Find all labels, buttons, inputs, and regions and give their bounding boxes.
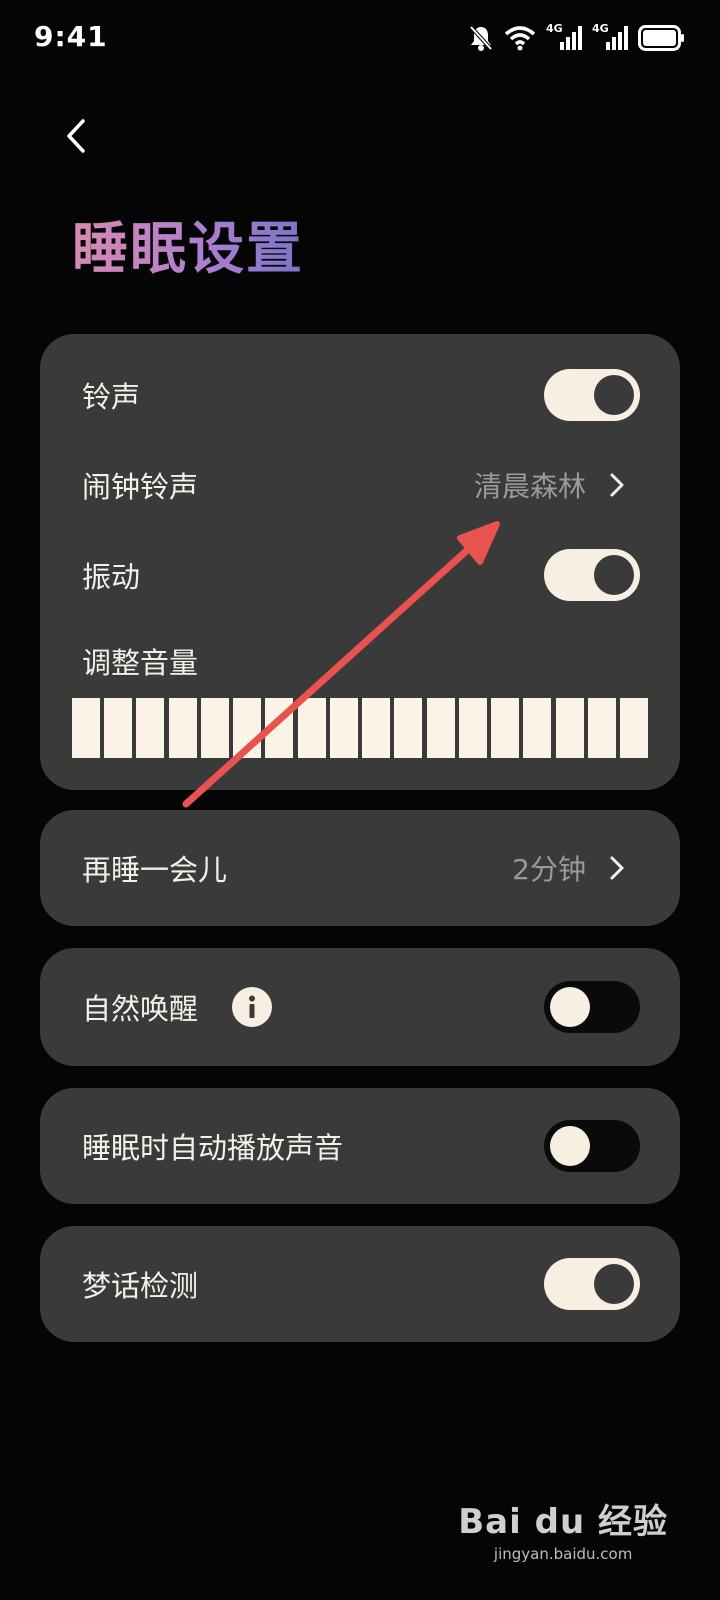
back-arrow-icon: [67, 119, 85, 153]
toggle-knob: [594, 375, 634, 415]
volume-segment: [394, 698, 423, 758]
toggle-knob: [594, 1264, 634, 1304]
sleep-talk-detection-card: 梦话检测: [40, 1226, 680, 1342]
sleep-settings-screen: 9:41 4G 4G 睡眠设置 铃声 闹钟铃声 清晨森林 振动 调整音量 再睡一…: [0, 0, 720, 1600]
baidu-watermark: Bai du 经验 jingyan.baidu.com: [458, 1494, 668, 1563]
toggle-knob: [594, 555, 634, 595]
bell-muted-icon: [468, 24, 494, 52]
ringtone-row: 铃声: [40, 360, 680, 430]
volume-segment: [168, 698, 197, 758]
wifi-icon: [504, 25, 536, 51]
battery-icon: [638, 25, 686, 51]
auto-play-sound-card: 睡眠时自动播放声音: [40, 1088, 680, 1204]
volume-segment: [426, 698, 455, 758]
alarm-ringtone-value: 清晨森林: [473, 470, 586, 503]
volume-segment: [523, 698, 552, 758]
volume-segment: [619, 698, 648, 758]
natural-wake-toggle[interactable]: [544, 981, 640, 1033]
snooze-value: 2分钟: [512, 853, 586, 886]
volume-segment: [458, 698, 487, 758]
status-icons: 4G 4G: [468, 22, 686, 52]
info-icon[interactable]: [232, 987, 272, 1027]
ringtone-toggle[interactable]: [544, 369, 640, 421]
cell-signal-icon-2: 4G: [592, 22, 628, 52]
snooze-row: 再睡一会儿 2分钟: [40, 833, 680, 903]
snooze-card[interactable]: 再睡一会儿 2分钟: [40, 810, 680, 926]
volume-segment: [136, 698, 165, 758]
alarm-ringtone-row[interactable]: 闹钟铃声 清晨森林: [40, 450, 680, 520]
snooze-label: 再睡一会儿: [82, 853, 228, 887]
sleep-talk-detection-row: 梦话检测: [40, 1249, 680, 1319]
volume-segment: [555, 698, 584, 758]
volume-segment: [265, 698, 294, 758]
auto-play-sound-label: 睡眠时自动播放声音: [82, 1131, 344, 1165]
status-time: 9:41: [34, 20, 108, 53]
vibration-label: 振动: [82, 560, 141, 594]
auto-play-sound-row: 睡眠时自动播放声音: [40, 1111, 680, 1181]
back-button[interactable]: [56, 112, 96, 160]
sleep-talk-detection-toggle[interactable]: [544, 1258, 640, 1310]
auto-play-sound-toggle[interactable]: [544, 1120, 640, 1172]
volume-segment: [233, 698, 262, 758]
alarm-ringtone-label: 闹钟铃声: [82, 470, 199, 504]
volume-segment: [329, 698, 358, 758]
vibration-row: 振动: [40, 540, 680, 610]
volume-label-row: 调整音量: [40, 626, 680, 696]
volume-segment: [362, 698, 391, 758]
watermark-logo: Bai du 经验: [458, 1502, 668, 1542]
chevron-right-icon: [606, 853, 628, 883]
volume-segment: [491, 698, 520, 758]
volume-slider[interactable]: [72, 698, 648, 758]
volume-segment: [104, 698, 133, 758]
volume-segment: [297, 698, 326, 758]
natural-wake-row: 自然唤醒: [40, 972, 680, 1042]
natural-wake-card: 自然唤醒: [40, 948, 680, 1066]
toggle-knob: [550, 1126, 590, 1166]
natural-wake-label: 自然唤醒: [82, 992, 199, 1026]
page-title: 睡眠设置: [72, 204, 304, 285]
volume-label: 调整音量: [82, 646, 199, 680]
chevron-right-icon: [606, 470, 628, 500]
sleep-talk-detection-label: 梦话检测: [82, 1269, 199, 1303]
watermark-url: jingyan.baidu.com: [493, 1545, 633, 1563]
ringtone-settings-card: 铃声 闹钟铃声 清晨森林 振动 调整音量: [40, 334, 680, 790]
toggle-knob: [550, 987, 590, 1027]
volume-segment: [72, 698, 100, 758]
volume-segment: [587, 698, 616, 758]
status-bar: 9:41 4G 4G: [0, 0, 720, 78]
cell-signal-icon: 4G: [546, 22, 582, 52]
volume-segment: [200, 698, 229, 758]
ringtone-label: 铃声: [82, 380, 141, 414]
vibration-toggle[interactable]: [544, 549, 640, 601]
